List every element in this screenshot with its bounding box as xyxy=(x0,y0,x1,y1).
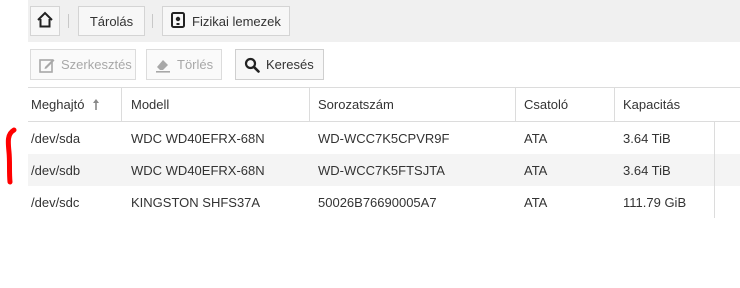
column-header-capacity[interactable]: Kapacitás xyxy=(614,88,714,121)
column-header-model-label: Modell xyxy=(131,97,170,112)
cell-port: ATA xyxy=(524,130,548,146)
table-header: Meghajtó Modell Sorozatszám Csatoló Kapa… xyxy=(28,87,740,122)
column-divider xyxy=(714,122,715,154)
edit-icon xyxy=(39,57,55,73)
cell-port: ATA xyxy=(524,194,548,210)
breadcrumb-separator xyxy=(152,14,153,28)
cell-model: KINGSTON SHFS37A xyxy=(131,194,261,210)
column-divider xyxy=(714,154,715,186)
annotation-mark xyxy=(5,127,17,185)
breadcrumb-physical-disks[interactable]: Fizikai lemezek xyxy=(162,6,290,36)
edit-button[interactable]: Szerkesztés xyxy=(30,49,136,80)
column-header-capacity-label: Kapacitás xyxy=(623,97,681,112)
toolbar: Szerkesztés Törlés Keresés xyxy=(28,43,740,87)
home-icon xyxy=(36,11,54,32)
cell-device: /dev/sdb xyxy=(31,162,81,178)
column-header-serial-label: Sorozatszám xyxy=(318,97,394,112)
column-header-device[interactable]: Meghajtó xyxy=(28,88,121,121)
cell-serial: WD-WCC7K5FTSJTA xyxy=(318,162,445,178)
eraser-icon xyxy=(155,57,171,73)
breadcrumb-storage[interactable]: Tárolás xyxy=(78,6,145,36)
breadcrumb-separator xyxy=(68,14,69,28)
column-header-device-label: Meghajtó xyxy=(31,97,85,112)
disk-icon xyxy=(171,11,185,31)
breadcrumb-physical-disks-label: Fizikai lemezek xyxy=(192,13,281,29)
sort-ascending-icon xyxy=(92,98,100,111)
disks-table: Meghajtó Modell Sorozatszám Csatoló Kapa… xyxy=(28,87,740,218)
search-button[interactable]: Keresés xyxy=(235,49,324,80)
column-header-port[interactable]: Csatoló xyxy=(515,88,614,121)
column-header-serial[interactable]: Sorozatszám xyxy=(309,88,515,121)
cell-capacity: 111.79 GiB xyxy=(623,194,687,210)
physical-disks-page: Tárolás Fizikai lemezek Szerkesztés Törl… xyxy=(0,0,740,288)
table-row[interactable]: /dev/sda WDC WD40EFRX-68N WD-WCC7K5CPVR9… xyxy=(28,122,740,154)
edit-button-label: Szerkesztés xyxy=(61,57,132,72)
cell-device: /dev/sdc xyxy=(31,194,80,210)
search-icon xyxy=(244,57,260,73)
column-header-model[interactable]: Modell xyxy=(121,88,309,121)
search-button-label: Keresés xyxy=(266,57,314,72)
delete-button-label: Törlés xyxy=(177,57,214,72)
cell-capacity: 3.64 TiB xyxy=(623,130,671,146)
breadcrumb-storage-label: Tárolás xyxy=(89,13,134,29)
delete-button[interactable]: Törlés xyxy=(146,49,222,80)
cell-port: ATA xyxy=(524,162,548,178)
cell-model: WDC WD40EFRX-68N xyxy=(131,130,265,146)
cell-capacity: 3.64 TiB xyxy=(623,162,671,178)
breadcrumb: Tárolás Fizikai lemezek xyxy=(28,0,740,42)
column-header-port-label: Csatoló xyxy=(524,97,569,112)
column-divider xyxy=(714,186,715,218)
cell-serial: WD-WCC7K5CPVR9F xyxy=(318,130,450,146)
cell-model: WDC WD40EFRX-68N xyxy=(131,162,265,178)
cell-serial: 50026B76690005A7 xyxy=(318,194,437,210)
table-row[interactable]: /dev/sdb WDC WD40EFRX-68N WD-WCC7K5FTSJT… xyxy=(28,154,740,186)
breadcrumb-home-button[interactable] xyxy=(30,6,60,36)
table-row[interactable]: /dev/sdc KINGSTON SHFS37A 50026B76690005… xyxy=(28,186,740,218)
cell-device: /dev/sda xyxy=(31,130,81,146)
